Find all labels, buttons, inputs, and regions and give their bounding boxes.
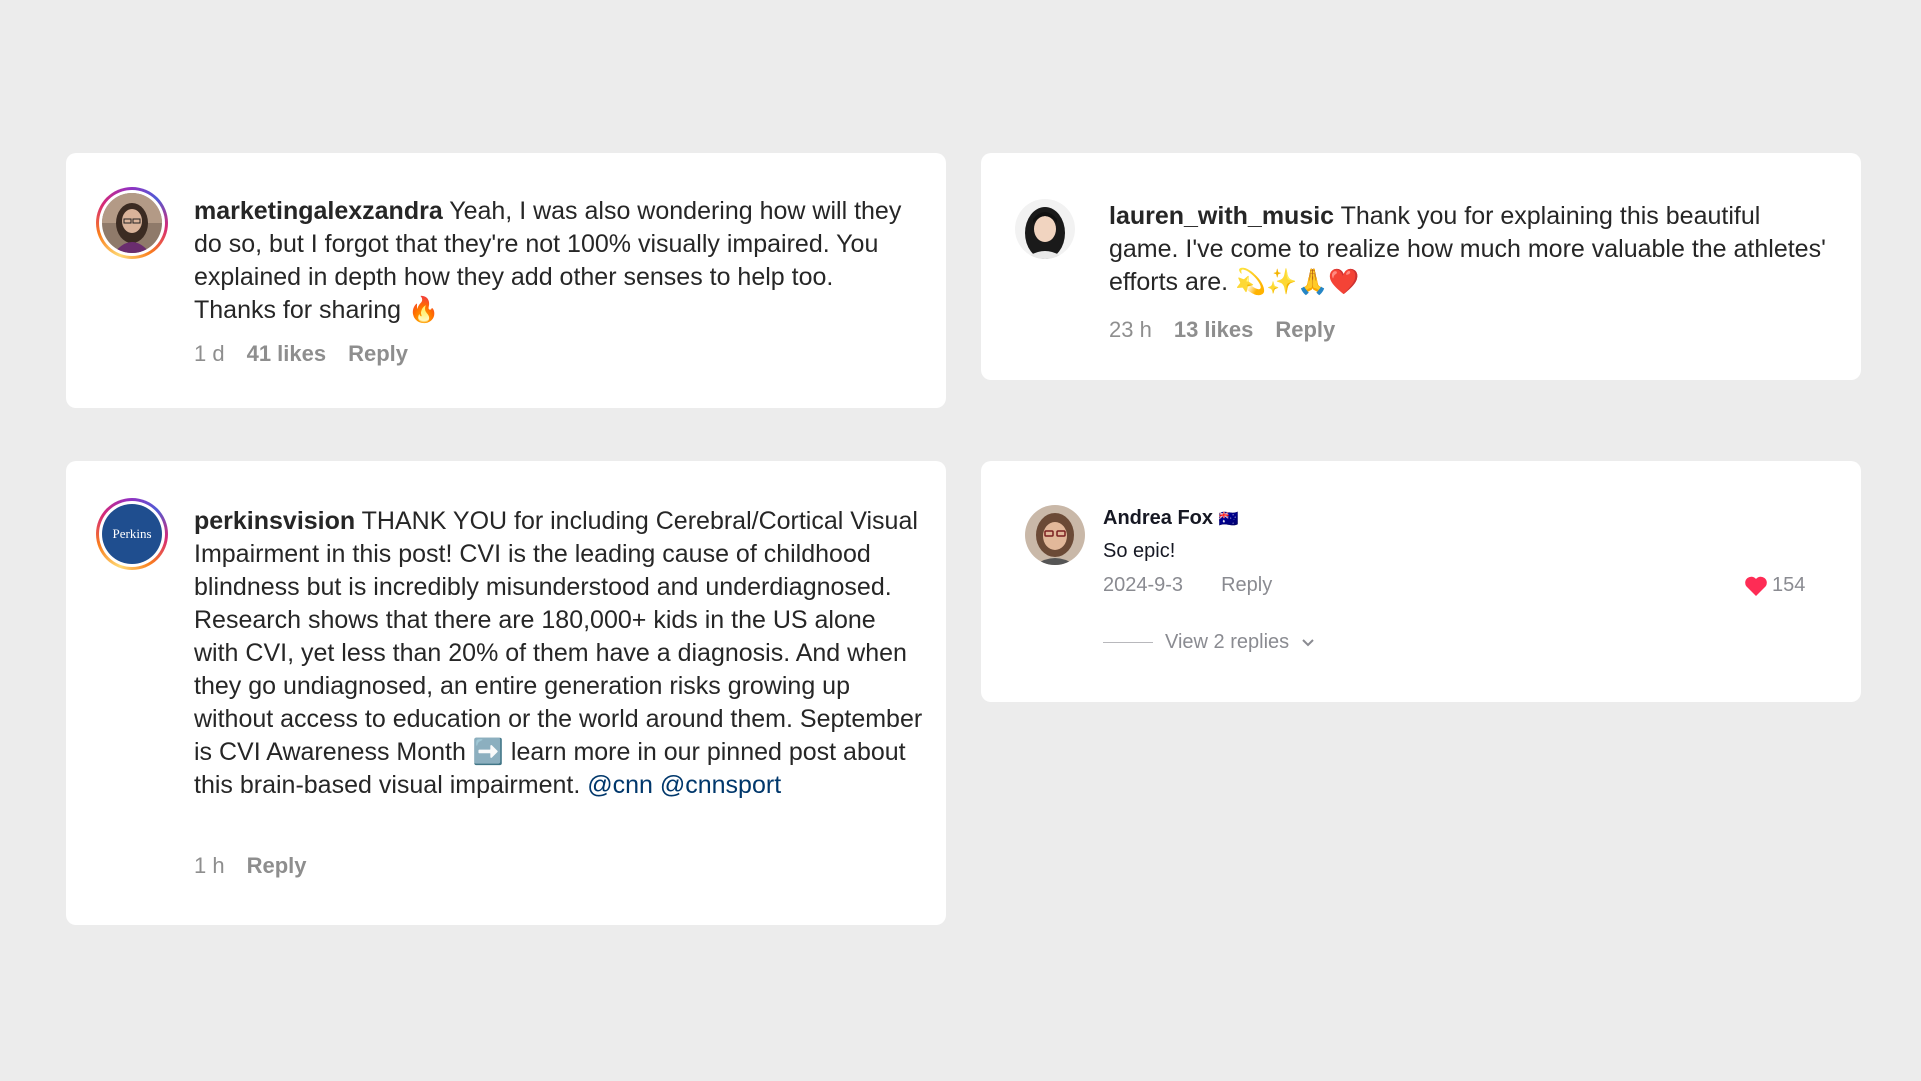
- name-text[interactable]: Andrea Fox: [1103, 507, 1213, 529]
- avatar-logo-text: Perkins: [112, 526, 152, 541]
- timestamp: 2024-9-3: [1103, 574, 1184, 596]
- reply-button[interactable]: Reply: [247, 853, 307, 879]
- flag-icon: 🇦🇺: [1218, 511, 1239, 528]
- username[interactable]: perkinsvision: [194, 507, 355, 535]
- comment-meta: 2024-9-3 Reply: [1103, 574, 1272, 597]
- mention-link[interactable]: @cnn: [587, 771, 653, 799]
- timestamp: 1 d: [194, 341, 225, 366]
- like-button[interactable]: 154: [1744, 574, 1805, 597]
- mention-link[interactable]: @cnnsport: [660, 771, 781, 799]
- username[interactable]: lauren_with_music: [1109, 202, 1334, 230]
- avatar[interactable]: [1015, 199, 1075, 259]
- commenter-name[interactable]: Andrea Fox 🇦🇺: [1103, 507, 1239, 530]
- timestamp: 23 h: [1109, 317, 1152, 342]
- chevron-down-icon: [1302, 638, 1314, 646]
- story-ring[interactable]: Perkins: [96, 498, 168, 570]
- comment-meta: 1 h Reply: [194, 853, 307, 879]
- likes-count[interactable]: 13 likes: [1174, 317, 1254, 343]
- comment-body: So epic!: [1103, 540, 1176, 562]
- comment-meta: 23 h 13 likes Reply: [1109, 317, 1335, 343]
- avatar[interactable]: [1025, 505, 1085, 565]
- heart-icon: [1745, 576, 1767, 596]
- reply-button[interactable]: Reply: [1275, 317, 1335, 343]
- likes-count[interactable]: 41 likes: [247, 341, 327, 367]
- comment-card-2: lauren_with_music Thank you for explaini…: [981, 153, 1861, 380]
- username[interactable]: marketingalexzandra: [194, 197, 443, 225]
- comment-card-3: Perkins perkinsvision THANK YOU for incl…: [66, 461, 946, 925]
- comment-body: THANK YOU for including Cerebral/Cortica…: [194, 507, 923, 799]
- timestamp: 1 h: [194, 853, 225, 878]
- comment-text: marketingalexzandra Yeah, I was also won…: [194, 195, 914, 327]
- avatar: [102, 193, 162, 253]
- comment-text: lauren_with_music Thank you for explaini…: [1109, 200, 1829, 299]
- comment-text: perkinsvision THANK YOU for including Ce…: [194, 505, 924, 802]
- comment-card-4: Andrea Fox 🇦🇺 So epic! 2024-9-3 Reply 15…: [981, 461, 1861, 702]
- comment-meta: 1 d 41 likes Reply: [194, 341, 408, 367]
- divider-line: [1103, 642, 1153, 643]
- story-ring[interactable]: [96, 187, 168, 259]
- avatar: Perkins: [102, 504, 162, 564]
- view-replies-label[interactable]: View 2 replies: [1165, 631, 1289, 654]
- like-count: 154: [1772, 574, 1806, 596]
- view-replies-button[interactable]: View 2 replies: [1103, 631, 1315, 654]
- reply-button[interactable]: Reply: [1221, 574, 1272, 597]
- reply-button[interactable]: Reply: [348, 341, 408, 367]
- comment-card-1: marketingalexzandra Yeah, I was also won…: [66, 153, 946, 408]
